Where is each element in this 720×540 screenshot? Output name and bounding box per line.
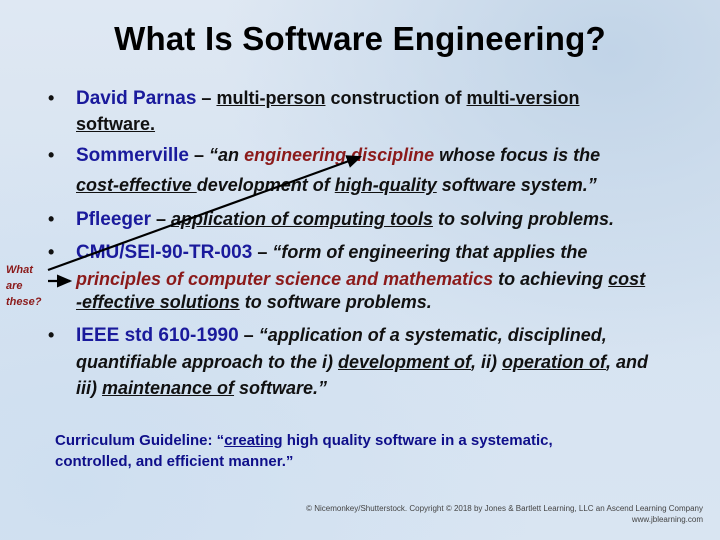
slide: What Is Software Engineering? • David Pa… — [0, 0, 720, 540]
copyright-notice: © Nicemonkey/Shutterstock. Copyright © 2… — [306, 504, 703, 524]
curriculum-guideline: Curriculum Guideline: “creating high qua… — [55, 432, 553, 470]
arrow-to-engineering-discipline — [47, 155, 363, 272]
